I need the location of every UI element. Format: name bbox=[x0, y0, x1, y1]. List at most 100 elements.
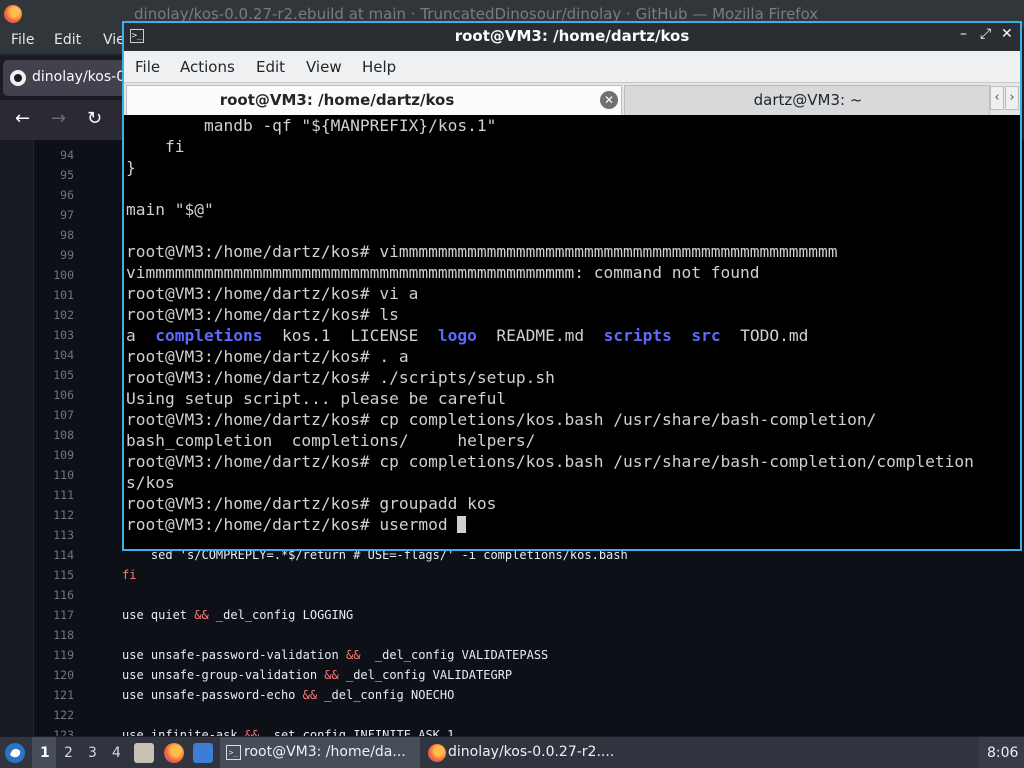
terminal-line: vimmmmmmmmmmmmmmmmmmmmmmmmmmmmmmmmmmmmmm… bbox=[126, 262, 759, 283]
taskbar: 1 2 3 4 >_ root@VM3: /home/da... dinolay… bbox=[0, 736, 1024, 768]
code-keyword: && bbox=[302, 688, 318, 702]
code-line-number: 116 bbox=[53, 588, 74, 602]
code-line-number: 122 bbox=[53, 708, 74, 722]
terminal-line: fi bbox=[126, 136, 185, 157]
terminal-line-text: root@VM3:/home/dartz/kos# usermod bbox=[126, 515, 458, 534]
code-line-number: 119 bbox=[53, 648, 74, 662]
terminal-line: root@VM3:/home/dartz/kos# usermod bbox=[126, 514, 467, 535]
taskbar-task-label: root@VM3: /home/da... bbox=[244, 744, 406, 760]
terminal-line-text: root@VM3:/home/dartz/kos# cp completions… bbox=[126, 410, 877, 429]
terminal-tabbar: root@VM3: /home/dartz/kos ✕ dartz@VM3: ~… bbox=[124, 83, 1020, 115]
terminal-line-text: s/kos bbox=[126, 473, 175, 492]
taskbar-task-terminal[interactable]: >_ root@VM3: /home/da... bbox=[220, 737, 420, 768]
reload-icon[interactable]: ↻ bbox=[87, 108, 102, 129]
code-line-number: 105 bbox=[53, 368, 74, 382]
terminal-line-text: main "$@" bbox=[126, 200, 214, 219]
app-menu-icon[interactable] bbox=[4, 742, 26, 764]
terminal-line: main "$@" bbox=[126, 199, 214, 220]
firefox-menu-edit[interactable]: Edit bbox=[54, 32, 81, 48]
code-line: 117 use quiet && _del_config LOGGING bbox=[34, 605, 1024, 625]
terminal-tab-active[interactable]: root@VM3: /home/dartz/kos ✕ bbox=[126, 85, 622, 115]
terminal-tab-label: dartz@VM3: ~ bbox=[753, 91, 863, 109]
ls-file-entry: LICENSE bbox=[350, 326, 419, 345]
tab-scroll-left-icon[interactable]: ‹ bbox=[990, 86, 1004, 110]
github-icon bbox=[10, 70, 26, 86]
code-line: 120 use unsafe-group-validation && _del_c… bbox=[34, 665, 1024, 685]
code-text: _del_config VALIDATEPASS bbox=[360, 648, 549, 662]
terminal-menu-actions[interactable]: Actions bbox=[180, 58, 235, 76]
terminal-line: root@VM3:/home/dartz/kos# cp completions… bbox=[126, 451, 974, 472]
minimize-icon[interactable]: – bbox=[960, 26, 967, 42]
terminal-line-text: root@VM3:/home/dartz/kos# . a bbox=[126, 347, 409, 366]
firefox-launcher-icon[interactable] bbox=[164, 743, 184, 763]
forward-arrow-icon[interactable]: → bbox=[51, 108, 66, 129]
code-line-number: 97 bbox=[60, 208, 74, 222]
tab-scroll-right-icon[interactable]: › bbox=[1005, 86, 1019, 110]
firefox-tab[interactable]: dinolay/kos-0 bbox=[3, 60, 126, 96]
tab-close-icon[interactable]: ✕ bbox=[600, 91, 618, 109]
terminal-menu-file[interactable]: File bbox=[135, 58, 160, 76]
code-gutter-strip bbox=[0, 140, 34, 736]
ls-file-entry: TODO.md bbox=[740, 326, 809, 345]
terminal-output[interactable]: mandb -qf "${MANPREFIX}/kos.1" fi} main "… bbox=[124, 115, 1020, 549]
code-line-number: 102 bbox=[53, 308, 74, 322]
code-line-number: 104 bbox=[53, 348, 74, 362]
code-line: 122 bbox=[34, 705, 1024, 725]
maximize-icon[interactable]: ⤢ bbox=[980, 26, 991, 42]
close-icon[interactable]: ✕ bbox=[1001, 26, 1013, 42]
terminal-menu-edit[interactable]: Edit bbox=[256, 58, 285, 76]
back-arrow-icon[interactable]: ← bbox=[15, 108, 30, 129]
code-text: use unsafe-password-echo bbox=[122, 688, 303, 702]
taskbar-task-label: dinolay/kos-0.0.27-r2.... bbox=[448, 744, 615, 760]
terminal-tab-inactive[interactable]: dartz@VM3: ~ bbox=[624, 85, 990, 115]
firefox-menu-file[interactable]: File bbox=[11, 32, 34, 48]
terminal-line-text: root@VM3:/home/dartz/kos# ls bbox=[126, 305, 399, 324]
terminal-line: a completions kos.1 LICENSE logo README.… bbox=[126, 325, 808, 346]
terminal-line-text: Using setup script... please be careful bbox=[126, 389, 507, 408]
workspace-2[interactable]: 2 bbox=[64, 745, 73, 761]
workspace-4[interactable]: 4 bbox=[112, 745, 121, 761]
terminal-line-text: root@VM3:/home/dartz/kos# cp completions… bbox=[126, 452, 974, 471]
firefox-tab-label: dinolay/kos-0 bbox=[32, 69, 126, 85]
terminal-line-text: } bbox=[126, 158, 136, 177]
code-line: 121 use unsafe-password-echo && _del_conf… bbox=[34, 685, 1024, 705]
ls-directory-entry: logo bbox=[437, 326, 477, 345]
terminal-menu-view[interactable]: View bbox=[306, 58, 342, 76]
clock[interactable]: 8:06 bbox=[978, 737, 1024, 768]
code-keyword: && bbox=[194, 608, 209, 622]
terminal-line: root@VM3:/home/dartz/kos# groupadd kos bbox=[126, 493, 496, 514]
terminal-icon: >_ bbox=[226, 745, 241, 760]
terminal-line: root@VM3:/home/dartz/kos# ls bbox=[126, 304, 399, 325]
code-line-number: 96 bbox=[60, 188, 74, 202]
terminal-window[interactable]: >_ root@VM3: /home/dartz/kos – ⤢ ✕ File … bbox=[122, 21, 1022, 551]
terminal-line-text: fi bbox=[126, 137, 185, 156]
code-line-number: 109 bbox=[53, 448, 74, 462]
terminal-line-text: root@VM3:/home/dartz/kos# ./scripts/setu… bbox=[126, 368, 555, 387]
terminal-line-text: bash_completion completions/ helpers/ bbox=[126, 431, 536, 450]
window-list-icon[interactable] bbox=[193, 743, 213, 763]
terminal-line: root@VM3:/home/dartz/kos# vimmmmmmmmmmmm… bbox=[126, 241, 837, 262]
code-line-number: 118 bbox=[53, 628, 74, 642]
ls-directory-entry: completions bbox=[155, 326, 263, 345]
code-line-number: 110 bbox=[53, 468, 74, 482]
terminal-menu-help[interactable]: Help bbox=[362, 58, 396, 76]
file-manager-icon[interactable] bbox=[134, 743, 154, 763]
terminal-line: root@VM3:/home/dartz/kos# ./scripts/setu… bbox=[126, 367, 555, 388]
code-line: 116 bbox=[34, 585, 1024, 605]
code-line-number: 120 bbox=[53, 668, 74, 682]
terminal-line: s/kos bbox=[126, 472, 175, 493]
code-line-number: 101 bbox=[53, 288, 74, 302]
terminal-line: bash_completion completions/ helpers/ bbox=[126, 430, 535, 451]
firefox-menubar: File Edit Vie bbox=[0, 28, 125, 54]
code-line-number: 94 bbox=[60, 148, 74, 162]
firefox-icon bbox=[428, 744, 446, 762]
terminal-titlebar[interactable]: >_ root@VM3: /home/dartz/kos – ⤢ ✕ bbox=[124, 23, 1020, 51]
code-line-number: 114 bbox=[53, 548, 74, 562]
workspace-3[interactable]: 3 bbox=[88, 745, 97, 761]
workspace-1[interactable]: 1 bbox=[40, 745, 50, 761]
taskbar-task-firefox[interactable]: dinolay/kos-0.0.27-r2.... bbox=[424, 737, 618, 768]
terminal-line: root@VM3:/home/dartz/kos# cp completions… bbox=[126, 409, 876, 430]
code-line-number: 115 bbox=[53, 568, 74, 582]
code-line-number: 121 bbox=[53, 688, 74, 702]
terminal-line: mandb -qf "${MANPREFIX}/kos.1" bbox=[126, 115, 496, 136]
